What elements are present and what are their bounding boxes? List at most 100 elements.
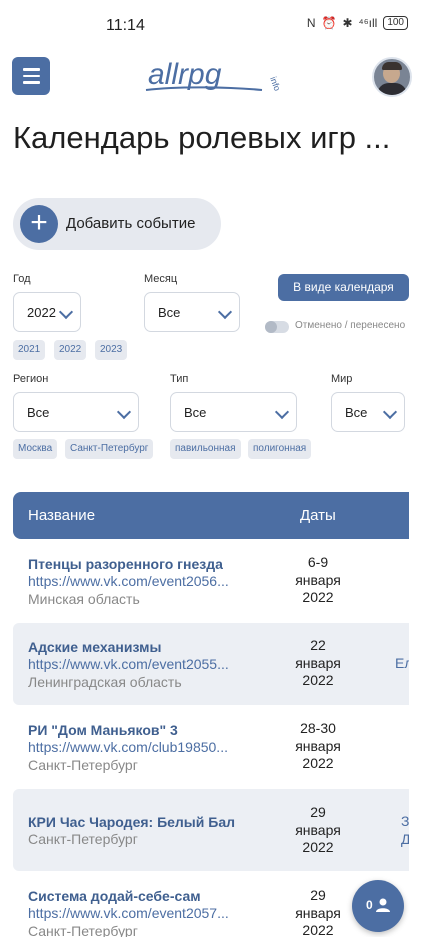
event-date-year: 2022 (302, 755, 334, 771)
region-select[interactable]: Все (13, 392, 139, 432)
event-date-days: 6-9 (307, 554, 329, 570)
event-dates: 29 января 2022 (283, 804, 353, 857)
event-dates: 22 января 2022 (283, 637, 353, 690)
event-region: Санкт-Петербург (28, 757, 138, 773)
event-date-days: 22 (310, 637, 326, 653)
region-label: Регион (13, 373, 49, 385)
alarm-icon: ⏰ (321, 16, 337, 30)
column-header-dates[interactable]: Даты (300, 507, 336, 524)
logo-text: allrpg (148, 58, 222, 91)
event-date-month: января (295, 571, 341, 588)
column-header-name[interactable]: Название (28, 507, 95, 524)
event-region: Ленинградская область (28, 674, 182, 690)
year-select-value: 2022 (27, 305, 56, 320)
event-date-days: 29 (310, 887, 326, 903)
event-region: Санкт-Петербург (28, 831, 138, 847)
hamburger-icon-line (22, 68, 40, 71)
event-url-link[interactable]: https://www.vk.com/club19850... (28, 739, 253, 755)
chevron-down-icon (274, 404, 290, 420)
year-label: Год (13, 273, 31, 285)
region-chip-moscow[interactable]: Москва (13, 439, 58, 459)
year-chip-2023[interactable]: 2023 (95, 340, 128, 360)
region-select-value: Все (27, 405, 50, 420)
table-row: КРИ Час Чародея: Белый Бал Санкт-Петербу… (13, 789, 409, 871)
page-title: Календарь ролевых игр ... (13, 120, 391, 155)
table-row: Система додай-себе-сам https://www.vk.co… (13, 875, 409, 937)
event-extra-line: Д: (401, 830, 409, 847)
event-name-link[interactable]: КРИ Час Чародея: Белый Бал (28, 814, 235, 830)
plus-icon: + (20, 205, 58, 243)
month-label: Месяц (144, 273, 178, 285)
event-date-year: 2022 (302, 589, 334, 605)
chevron-down-icon (217, 304, 233, 320)
event-date-month: января (295, 821, 341, 838)
avatar-body (377, 83, 407, 95)
chevron-down-icon (382, 404, 398, 420)
allrpg-logo[interactable]: allrpg info (140, 54, 290, 100)
cancelled-toggle[interactable] (265, 321, 289, 333)
event-url-link[interactable]: https://www.vk.com/event2056... (28, 573, 253, 589)
add-event-label: Добавить событие (66, 215, 196, 232)
event-url-link[interactable]: https://www.vk.com/event2057... (28, 905, 253, 921)
user-icon (376, 898, 390, 912)
status-time: 11:14 (106, 17, 145, 34)
world-label: Мир (331, 373, 353, 385)
table-row: Адские механизмы https://www.vk.com/even… (13, 623, 409, 705)
event-url-link[interactable]: https://www.vk.com/event2055... (28, 656, 253, 672)
hamburger-icon-line (22, 81, 40, 84)
event-extra-line: Ел (395, 654, 409, 671)
event-name-link[interactable]: РИ "Дом Маньяков" 3 (28, 722, 178, 738)
chevron-down-icon (58, 304, 74, 320)
month-select-value: Все (158, 305, 181, 320)
event-extra-text[interactable]: З Д: (401, 813, 409, 848)
event-region: Санкт-Петербург (28, 923, 138, 937)
toggle-knob (265, 321, 277, 333)
status-bar: 11:14 N ⏰ ✱ ⁴⁶ıll 100 (0, 0, 422, 52)
event-name-link[interactable]: Система додай-себе-сам (28, 888, 201, 904)
year-select[interactable]: 2022 (13, 292, 81, 332)
user-avatar[interactable] (372, 57, 412, 97)
add-event-button[interactable]: + Добавить событие (13, 198, 221, 250)
calendar-view-button[interactable]: В виде календаря (278, 274, 409, 301)
event-name-link[interactable]: Адские механизмы (28, 639, 161, 655)
fab-count: 0 (366, 898, 373, 912)
event-extra-line: З (401, 813, 409, 829)
event-date-days: 28-30 (300, 720, 336, 736)
region-chip-spb[interactable]: Санкт-Петербург (65, 439, 154, 459)
event-name-link[interactable]: Птенцы разоренного гнезда (28, 556, 223, 572)
hamburger-icon-line (22, 74, 40, 78)
event-date-year: 2022 (302, 839, 334, 855)
event-date-year: 2022 (302, 922, 334, 937)
event-region: Минская область (28, 591, 140, 607)
status-icons: N ⏰ ✱ ⁴⁶ıll 100 (307, 16, 408, 30)
type-chip-polygon[interactable]: полигонная (248, 439, 312, 459)
chevron-down-icon (116, 404, 132, 420)
bluetooth-icon: ✱ (342, 16, 353, 30)
event-dates: 6-9 января 2022 (283, 554, 353, 607)
table-header: Название Даты (13, 492, 409, 539)
type-chip-pavilion[interactable]: павильонная (170, 439, 241, 459)
table-row: Птенцы разоренного гнезда https://www.vk… (13, 541, 409, 619)
event-dates: 28-30 января 2022 (283, 720, 353, 773)
menu-button[interactable] (12, 57, 50, 95)
battery-icon: 100 (383, 16, 408, 30)
year-chip-2022[interactable]: 2022 (54, 340, 87, 360)
event-extra-text[interactable]: Ел (395, 637, 409, 672)
world-select[interactable]: Все (331, 392, 405, 432)
event-extra-line (395, 637, 409, 655)
type-select[interactable]: Все (170, 392, 297, 432)
table-row: РИ "Дом Маньяков" 3 https://www.vk.com/c… (13, 706, 409, 786)
month-select[interactable]: Все (144, 292, 240, 332)
world-select-value: Все (345, 405, 368, 420)
avatar-hair (382, 62, 402, 70)
profile-fab[interactable]: 0 (352, 880, 404, 932)
year-chip-2021[interactable]: 2021 (13, 340, 46, 360)
event-date-month: января (295, 654, 341, 671)
event-date-year: 2022 (302, 672, 334, 688)
event-date-month: января (295, 737, 341, 754)
event-date-days: 29 (310, 804, 326, 820)
event-date-month: января (295, 904, 341, 921)
nfc-icon: N (306, 16, 316, 30)
cancelled-toggle-label: Отменено / перенесено (295, 320, 406, 331)
signal-icon: ⁴⁶ıll (358, 16, 378, 30)
